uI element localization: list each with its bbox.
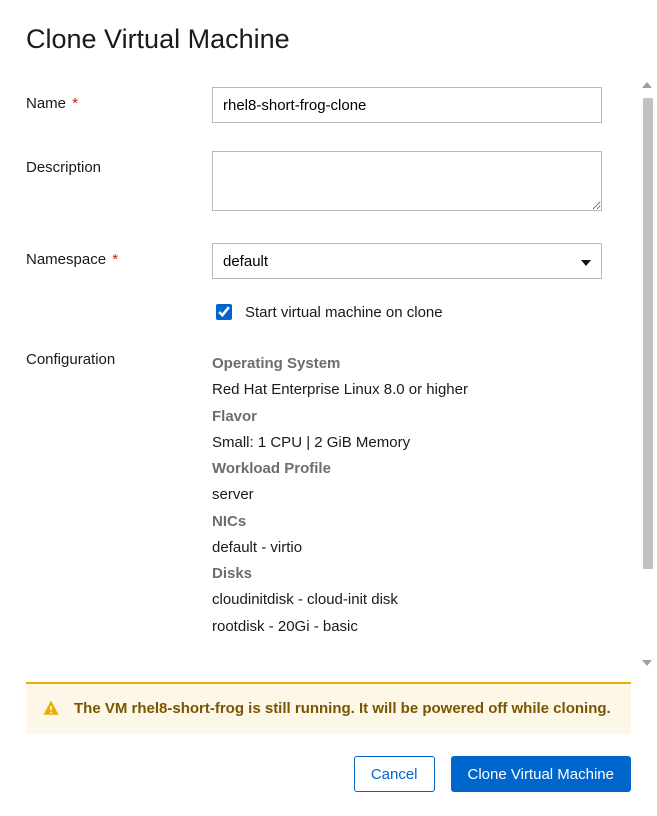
required-marker: * xyxy=(68,95,78,112)
row-start-checkbox: Start virtual machine on clone xyxy=(26,299,631,323)
cancel-button[interactable]: Cancel xyxy=(354,756,435,792)
scrollbar[interactable] xyxy=(639,80,655,670)
required-marker: * xyxy=(108,251,118,268)
scroll-track[interactable] xyxy=(643,98,653,652)
warning-icon xyxy=(42,699,60,724)
row-configuration: Configuration Operating System Red Hat E… xyxy=(26,351,631,640)
cfg-workload-head: Workload Profile xyxy=(212,456,602,482)
configuration-block: Operating System Red Hat Enterprise Linu… xyxy=(212,351,602,640)
label-configuration: Configuration xyxy=(26,351,212,368)
label-name: Name * xyxy=(26,87,212,112)
cfg-disk2: rootdisk - 20Gi - basic xyxy=(212,614,602,640)
description-textarea[interactable] xyxy=(212,151,602,211)
cfg-flavor-head: Flavor xyxy=(212,404,602,430)
scroll-down-icon[interactable] xyxy=(642,660,652,666)
namespace-selected-value: default xyxy=(223,253,268,270)
scroll-up-icon[interactable] xyxy=(642,82,652,88)
cfg-os-val: Red Hat Enterprise Linux 8.0 or higher xyxy=(212,377,602,403)
caret-down-icon xyxy=(581,253,591,270)
namespace-select[interactable]: default xyxy=(212,243,602,279)
clone-vm-button[interactable]: Clone Virtual Machine xyxy=(451,756,631,792)
warning-alert: The VM rhel8-short-frog is still running… xyxy=(26,682,631,734)
modal-body-scroll: Clone Virtual Machine Name * Description xyxy=(0,0,657,670)
label-namespace: Namespace * xyxy=(26,243,212,268)
row-description: Description xyxy=(26,151,631,215)
cfg-disk1: cloudinitdisk - cloud-init disk xyxy=(212,587,602,613)
cfg-nics-head: NICs xyxy=(212,509,602,535)
modal-footer: Cancel Clone Virtual Machine xyxy=(0,734,657,816)
warning-text: The VM rhel8-short-frog is still running… xyxy=(74,700,611,717)
row-name: Name * xyxy=(26,87,631,123)
scroll-thumb[interactable] xyxy=(643,98,653,569)
cfg-os-head: Operating System xyxy=(212,351,602,377)
cfg-nics-val: default - virtio xyxy=(212,535,602,561)
label-description: Description xyxy=(26,151,212,176)
clone-vm-modal: Clone Virtual Machine Name * Description xyxy=(0,0,657,816)
modal-title: Clone Virtual Machine xyxy=(26,24,631,55)
cfg-workload-val: server xyxy=(212,482,602,508)
cfg-flavor-val: Small: 1 CPU | 2 GiB Memory xyxy=(212,430,602,456)
name-input[interactable] xyxy=(212,87,602,123)
row-namespace: Namespace * default xyxy=(26,243,631,279)
cfg-disks-head: Disks xyxy=(212,561,602,587)
start-on-clone-label: Start virtual machine on clone xyxy=(245,304,443,321)
start-on-clone-checkbox[interactable] xyxy=(216,304,232,320)
